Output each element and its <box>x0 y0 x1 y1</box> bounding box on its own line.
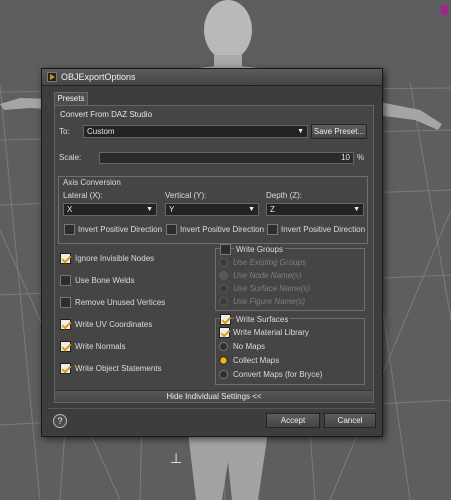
write-object-statements-checkbox[interactable] <box>60 363 71 374</box>
depth-label: Depth (Z): <box>266 191 303 200</box>
scale-label: Scale: <box>59 153 82 162</box>
write-object-statements-label: Write Object Statements <box>75 364 162 373</box>
write-normals-label: Write Normals <box>75 342 126 351</box>
write-surfaces-checkbox[interactable] <box>220 314 231 325</box>
ignore-invisible-nodes-checkbox[interactable] <box>60 253 71 264</box>
use-bone-welds-label: Use Bone Welds <box>75 276 135 285</box>
vertical-axis-value: Y <box>169 205 175 214</box>
footer-divider <box>48 408 376 409</box>
side-handle[interactable] <box>441 5 448 15</box>
axis-conversion-title: Axis Conversion <box>63 178 121 187</box>
use-surface-names-radio[interactable] <box>219 284 228 293</box>
save-preset-button[interactable]: Save Preset... <box>311 124 367 139</box>
lateral-label: Lateral (X): <box>63 191 103 200</box>
to-preset-select[interactable]: Custom ▼ <box>83 125 308 138</box>
accept-button[interactable]: Accept <box>266 413 320 428</box>
hide-individual-settings-button[interactable]: Hide Individual Settings << <box>55 390 373 402</box>
write-material-library-checkbox[interactable] <box>219 327 230 338</box>
axis-gizmo-icon: ⊥ <box>170 450 183 466</box>
write-groups-label: Write Groups <box>234 245 285 254</box>
collect-maps-radio[interactable] <box>219 356 228 365</box>
vertical-label: Vertical (Y): <box>165 191 207 200</box>
use-node-names-label: Use Node Name(s) <box>233 271 302 280</box>
tab-presets[interactable]: Presets <box>54 92 88 105</box>
scale-slider[interactable]: 10 <box>99 152 354 164</box>
write-surfaces-label: Write Surfaces <box>234 315 291 324</box>
depth-axis-select[interactable]: Z ▼ <box>266 203 364 216</box>
write-uv-coordinates-checkbox[interactable] <box>60 319 71 330</box>
write-normals-checkbox[interactable] <box>60 341 71 352</box>
use-existing-groups-label: Use Existing Groups <box>233 258 306 267</box>
depth-invert-checkbox[interactable] <box>267 224 278 235</box>
help-icon[interactable]: ? <box>53 414 67 428</box>
lateral-invert-label: Invert Positive Direction <box>78 225 163 234</box>
titlebar[interactable]: OBJExportOptions <box>42 69 382 86</box>
remove-unused-vertices-label: Remove Unused Vertices <box>75 298 166 307</box>
to-preset-value: Custom <box>87 127 115 136</box>
axis-conversion-group: Axis Conversion Lateral (X): X ▼ Invert … <box>58 176 368 244</box>
chevron-down-icon: ▼ <box>353 206 360 213</box>
cancel-button[interactable]: Cancel <box>324 413 376 428</box>
use-figure-names-label: Use Figure Name(s) <box>233 297 306 306</box>
ignore-invisible-nodes-label: Ignore Invisible Nodes <box>75 254 155 263</box>
write-groups-group: Write Groups Use Existing Groups Use Nod… <box>215 244 365 311</box>
dialog-title: OBJExportOptions <box>61 72 136 82</box>
write-material-library-label: Write Material Library <box>233 328 309 337</box>
section-convert-title: Convert From DAZ Studio <box>60 110 153 119</box>
use-surface-names-label: Use Surface Name(s) <box>233 284 310 293</box>
chevron-down-icon: ▼ <box>297 128 304 135</box>
depth-invert-label: Invert Positive Direction <box>281 225 366 234</box>
write-uv-coordinates-label: Write UV Coordinates <box>75 320 153 329</box>
write-surfaces-group: Write Surfaces Write Material Library No… <box>215 314 365 385</box>
scale-unit: % <box>357 153 365 162</box>
lateral-axis-value: X <box>67 205 73 214</box>
lateral-axis-select[interactable]: X ▼ <box>63 203 157 216</box>
convert-maps-label: Convert Maps (for Bryce) <box>233 370 323 379</box>
chevron-down-icon: ▼ <box>248 206 255 213</box>
vertical-invert-checkbox[interactable] <box>166 224 177 235</box>
collect-maps-label: Collect Maps <box>233 356 280 365</box>
to-label: To: <box>59 127 70 136</box>
lateral-invert-checkbox[interactable] <box>64 224 75 235</box>
obj-export-options-dialog: OBJExportOptions Presets Convert From DA… <box>41 68 383 437</box>
chevron-down-icon: ▼ <box>146 206 153 213</box>
remove-unused-vertices-checkbox[interactable] <box>60 297 71 308</box>
use-figure-names-radio[interactable] <box>219 297 228 306</box>
presets-panel: Convert From DAZ Studio To: Custom ▼ Sav… <box>54 105 374 403</box>
no-maps-radio[interactable] <box>219 342 228 351</box>
depth-axis-value: Z <box>270 205 275 214</box>
convert-maps-radio[interactable] <box>219 370 228 379</box>
daz-app-icon <box>47 72 57 82</box>
use-existing-groups-radio[interactable] <box>219 258 228 267</box>
use-bone-welds-checkbox[interactable] <box>60 275 71 286</box>
use-node-names-radio[interactable] <box>219 271 228 280</box>
write-groups-checkbox[interactable] <box>220 244 231 255</box>
scale-value: 10 <box>341 153 350 162</box>
no-maps-label: No Maps <box>233 342 266 351</box>
vertical-invert-label: Invert Positive Direction <box>180 225 265 234</box>
vertical-axis-select[interactable]: Y ▼ <box>165 203 259 216</box>
